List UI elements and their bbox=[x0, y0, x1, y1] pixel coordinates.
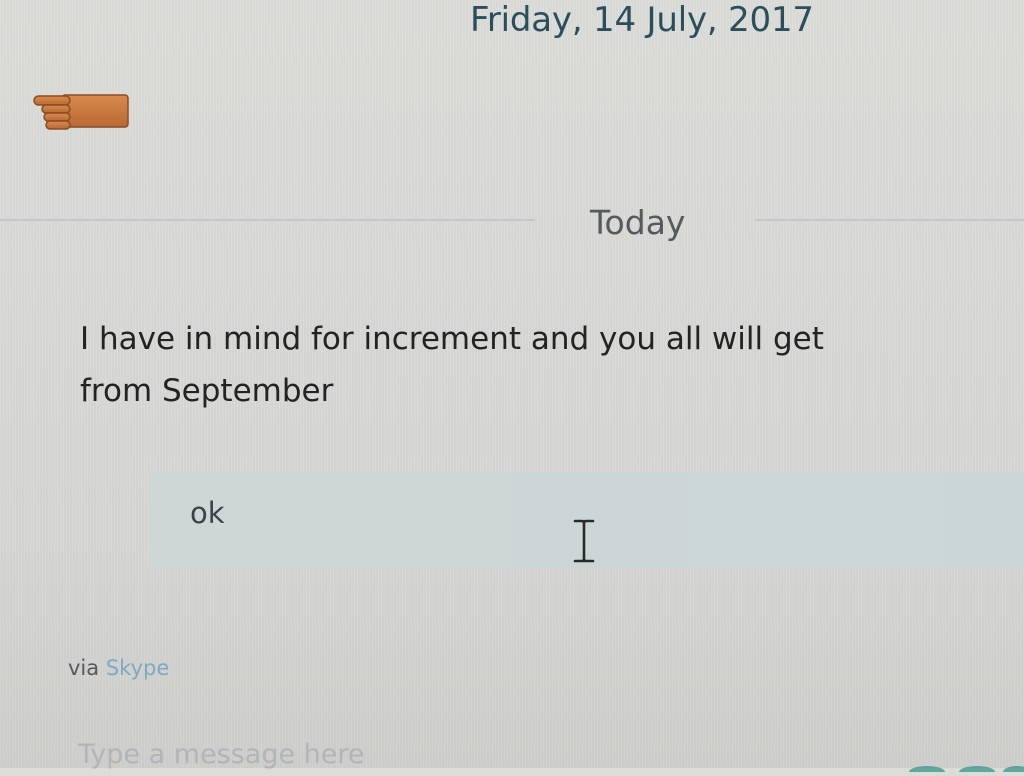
composer-action-icons[interactable] bbox=[905, 757, 1024, 776]
outgoing-message-text: ok bbox=[190, 496, 225, 530]
text-cursor-icon bbox=[572, 518, 596, 564]
day-divider-line-right bbox=[755, 219, 1024, 221]
date-header: Friday, 14 July, 2017 bbox=[470, 0, 814, 40]
message-input[interactable] bbox=[78, 734, 978, 774]
incoming-message: I have in mind for increment and you all… bbox=[80, 313, 940, 417]
day-divider-line-left bbox=[0, 219, 535, 221]
day-divider-label: Today bbox=[590, 203, 686, 242]
message-source: via Skype bbox=[68, 656, 169, 680]
skype-link[interactable]: Skype bbox=[106, 656, 169, 680]
incoming-message-line: from September bbox=[80, 373, 334, 409]
via-prefix: via bbox=[68, 656, 100, 680]
chat-panel: Friday, 14 July, 2017 Today I have in mi… bbox=[0, 0, 1024, 776]
incoming-message-line: I have in mind for increment and you all… bbox=[80, 321, 824, 357]
pointing-hand-icon bbox=[32, 92, 132, 134]
